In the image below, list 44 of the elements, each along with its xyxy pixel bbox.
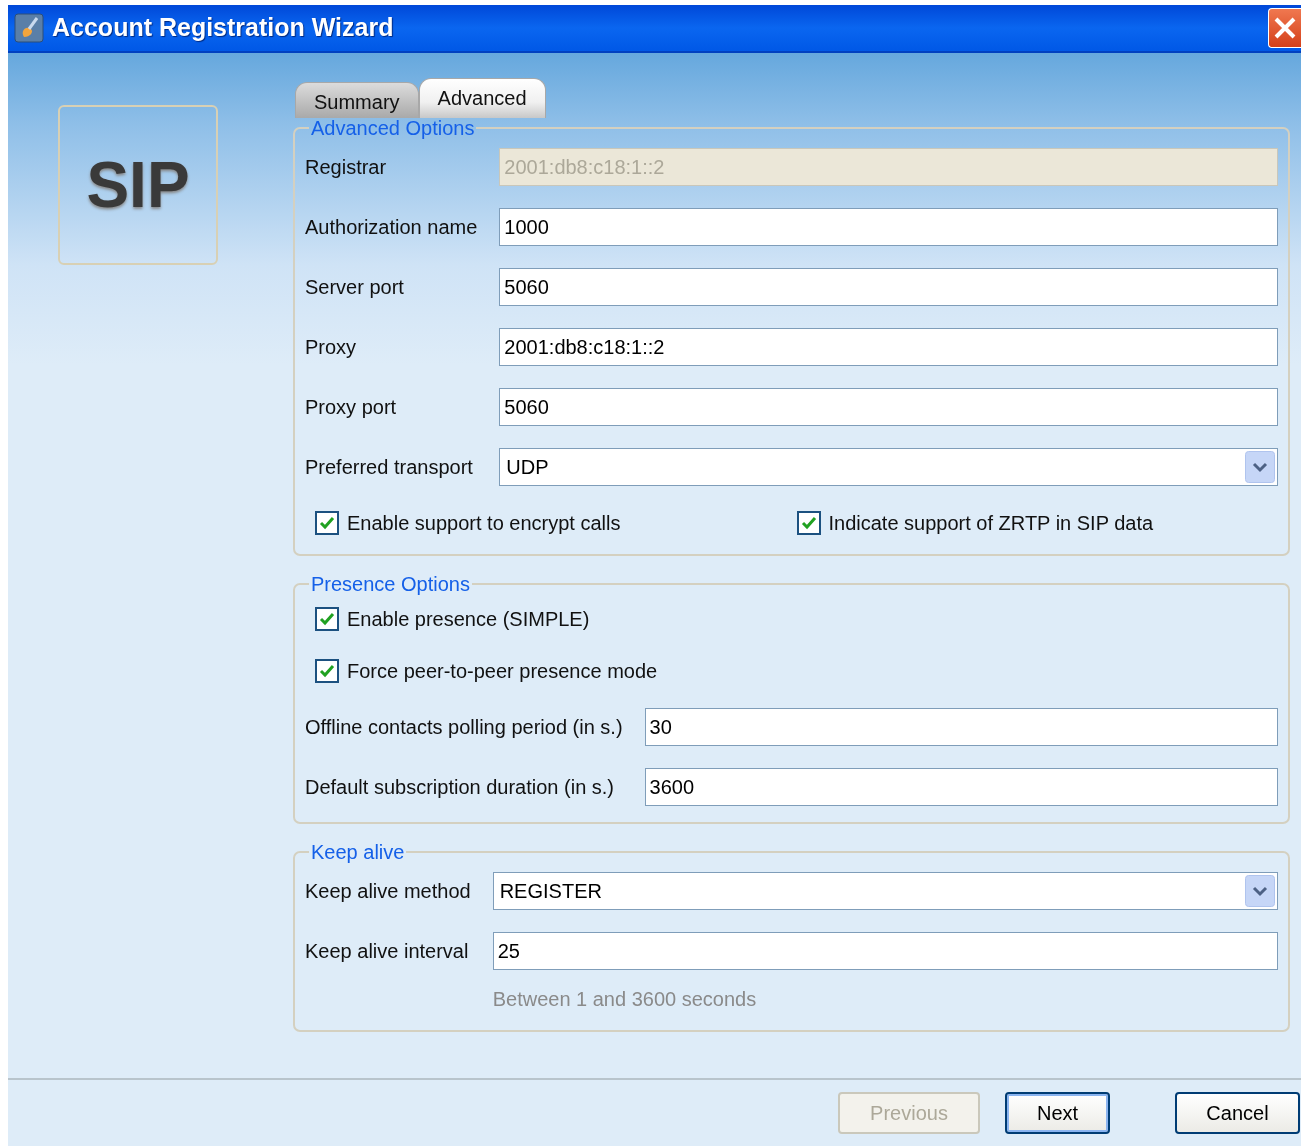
checkbox-label: Force peer-to-peer presence mode	[347, 659, 658, 684]
field-label: Preferred transport	[305, 455, 474, 480]
text-field[interactable]: 25	[492, 932, 1278, 970]
sip-logo: SIP	[58, 105, 218, 265]
tab[interactable]: Summary	[295, 82, 419, 118]
field-label: Default subscription duration (in s.)	[305, 775, 616, 800]
field-label: Proxy	[305, 335, 358, 360]
window-title: Account Registration Wizard	[52, 12, 394, 44]
checkbox[interactable]	[796, 511, 821, 535]
checkbox[interactable]	[315, 607, 339, 631]
checkbox-label: Enable support to encrypt calls	[347, 511, 621, 536]
check-icon	[318, 662, 336, 680]
group-title: Presence Options	[310, 574, 471, 594]
tab[interactable]: Advanced	[418, 78, 546, 118]
text-field[interactable]: 3600	[644, 768, 1278, 806]
text-field[interactable]: 5060	[499, 388, 1278, 426]
app-icon	[14, 13, 44, 43]
field-label: Authorization name	[305, 215, 478, 240]
dropdown[interactable]: UDP	[499, 448, 1278, 486]
check-icon	[318, 514, 336, 532]
field-label: Proxy port	[305, 395, 398, 420]
checkbox-label: Enable presence (SIMPLE)	[347, 607, 590, 632]
check-icon	[318, 610, 336, 628]
wizard-button[interactable]: Cancel	[1175, 1092, 1300, 1134]
checkbox-label: Indicate support of ZRTP in SIP data	[828, 511, 1154, 536]
hint-text: Between 1 and 3600 seconds	[492, 987, 758, 1012]
text-field[interactable]: 1000	[499, 208, 1278, 246]
field-label: Offline contacts polling period (in s.)	[305, 715, 623, 740]
group-title: Advanced Options	[310, 118, 476, 138]
dropdown[interactable]: REGISTER	[492, 872, 1278, 910]
text-field[interactable]: 2001:db8:c18:1::2	[499, 328, 1278, 366]
close-icon	[1272, 15, 1298, 41]
wizard-button[interactable]: Next	[1005, 1092, 1110, 1134]
field-label: Keep alive interval	[305, 939, 470, 964]
text-field[interactable]: 30	[644, 708, 1278, 746]
group-title: Keep alive	[310, 842, 406, 862]
field-label: Keep alive method	[305, 879, 471, 904]
check-icon	[799, 514, 818, 532]
close-button[interactable]	[1268, 8, 1301, 48]
text-field[interactable]: 5060	[499, 268, 1278, 306]
checkbox[interactable]	[315, 511, 339, 535]
checkbox[interactable]	[315, 659, 339, 683]
field-label: Registrar	[305, 155, 388, 180]
field-label: Server port	[305, 275, 405, 300]
